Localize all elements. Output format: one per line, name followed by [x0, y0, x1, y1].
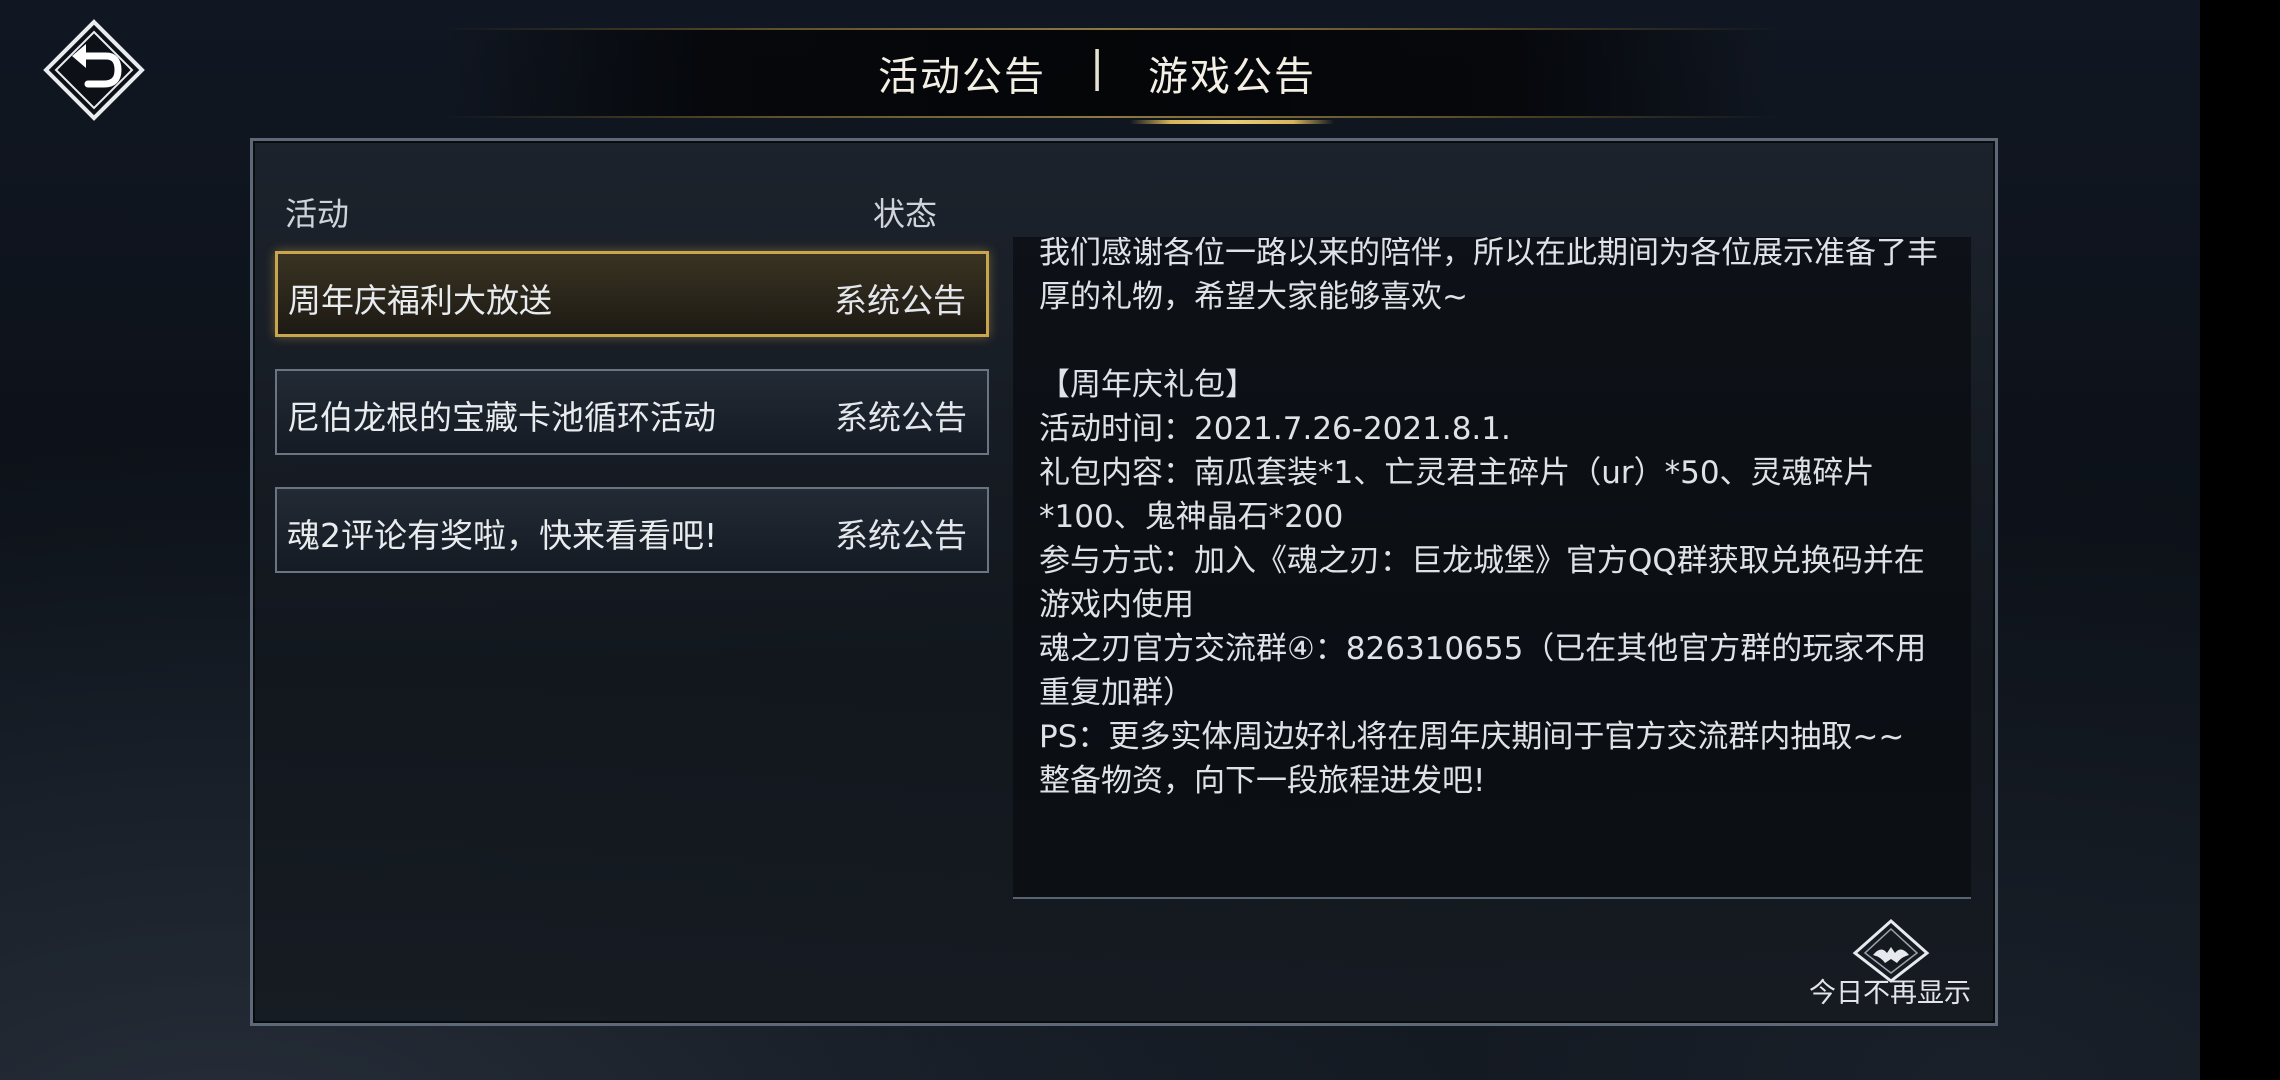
- announcement-tab-bar: 活动公告 | 游戏公告: [440, 28, 1780, 124]
- side-black-bar: [2200, 0, 2280, 1080]
- hide-today-button[interactable]: 今日不再显示: [1805, 919, 1975, 1009]
- announcement-content-text: 我们感谢各位一路以来的陪伴，所以在此期间为各位展示准备了丰厚的礼物，希望大家能够…: [1039, 237, 1938, 799]
- tab-separator: |: [1090, 42, 1105, 91]
- announcement-title: 周年庆福利大放送: [288, 281, 552, 320]
- announcement-screen: 活动公告 | 游戏公告 活动 状态 周年庆福利大放送 系统公告 尼伯龙根的宝藏卡…: [0, 0, 2200, 1080]
- tab-game-announcement[interactable]: 游戏公告: [1130, 44, 1334, 124]
- announcement-title: 魂2评论有奖啦，快来看看吧!: [287, 516, 718, 555]
- announcement-content-scroll[interactable]: 我们感谢各位一路以来的陪伴，所以在此期间为各位展示准备了丰厚的礼物，希望大家能够…: [1013, 237, 1971, 899]
- announcement-list-item[interactable]: 魂2评论有奖啦，快来看看吧! 系统公告: [275, 487, 989, 573]
- announcement-title: 尼伯龙根的宝藏卡池循环活动: [287, 398, 716, 437]
- hide-today-label: 今日不再显示: [1809, 978, 1971, 1009]
- back-button[interactable]: [42, 18, 146, 122]
- back-arrow-icon: [43, 19, 145, 121]
- announcement-panel: 活动 状态 周年庆福利大放送 系统公告 尼伯龙根的宝藏卡池循环活动 系统公告 魂…: [250, 138, 1998, 1026]
- announcement-status: 系统公告: [835, 516, 967, 555]
- announcement-status: 系统公告: [834, 281, 966, 320]
- announcement-list-item[interactable]: 尼伯龙根的宝藏卡池循环活动 系统公告: [275, 369, 989, 455]
- announcement-status: 系统公告: [835, 398, 967, 437]
- column-header-status: 状态: [873, 195, 938, 233]
- announcement-list-item[interactable]: 周年庆福利大放送 系统公告: [275, 251, 989, 337]
- tab-activity-announcement[interactable]: 活动公告: [878, 44, 1046, 102]
- column-header-activity: 活动: [285, 195, 350, 233]
